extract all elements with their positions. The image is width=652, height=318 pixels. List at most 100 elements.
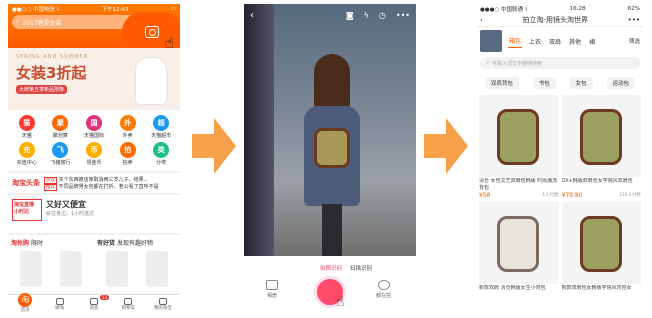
product-name: 清仓 女包文艺双肩包韩版 时尚潮流背包	[479, 178, 558, 191]
category-tab[interactable]: 裙	[588, 35, 596, 48]
weitao-icon	[55, 298, 64, 305]
shortcut-travel[interactable]: 飞飞猪旅行	[44, 142, 78, 166]
supermarket-icon: 超	[153, 115, 170, 131]
tab-weitao[interactable]: 微淘	[42, 295, 76, 314]
tab-label: 我的淘宝	[153, 306, 172, 311]
flash-sale-sub: 限时	[30, 240, 43, 247]
result-item[interactable]: 新款双肩 清仓韩版女生小背包	[479, 202, 559, 299]
time-label: 下午12:43	[101, 6, 129, 13]
delivery-logo: 淘宝直播 小时达	[12, 199, 42, 221]
page-title: 拍立淘-用镜头淘世界	[522, 15, 588, 24]
battery-icon: ▭	[170, 5, 176, 12]
tab-me[interactable]: 我的淘宝	[146, 295, 180, 314]
hourly-delivery-card[interactable]: 淘宝直播 小时达 又好又便宜 就在身边，1小时送达	[8, 193, 180, 233]
category-icon: 类	[153, 142, 170, 158]
query-photo-thumb[interactable]	[480, 30, 502, 52]
flash-icon[interactable]: ϟ	[364, 11, 369, 20]
tab-home[interactable]: 淘首页	[8, 292, 42, 314]
product-image	[479, 202, 559, 284]
product-price: ¥58	[479, 192, 491, 199]
message-badge: 13	[100, 295, 110, 300]
taobao-home-screen: ●●○○ 中国电信 ⌇ 下午12:43 ▭ ⌕ 2017春夏女装 ☝ SPRIN…	[8, 4, 180, 314]
popular-button[interactable]: 都在拍	[376, 280, 391, 299]
backpack-shape	[579, 216, 622, 272]
pointing-hand-icon: ☝	[336, 294, 345, 310]
tab-cart[interactable]: 购物车	[111, 295, 145, 314]
filter-button[interactable]: 筛选	[629, 37, 640, 45]
flash-sale-card[interactable]: 淘抢购 限时	[8, 235, 94, 291]
camera-button[interactable]: ☝	[122, 12, 180, 52]
delivery-subtitle: 就在身边，1小时送达	[46, 211, 95, 217]
result-item[interactable]: OX+韩版双肩包女学院风双肩包 ¥79.80 130人付款	[561, 95, 642, 199]
mode-scan-recognize[interactable]: 扫描识别	[350, 264, 372, 272]
camera-toolbar: ‹ ◙ ϟ ◷ •••	[244, 4, 416, 26]
refine-search-input[interactable]: ⌕ 可输入词文字继续搜索	[480, 57, 640, 69]
shortcut-label: 聚划算	[52, 133, 68, 139]
promo-banner[interactable]: SPRING AND SUMMER 女装3折起 大牌第五季新品限降	[8, 48, 180, 110]
shortcut-recharge[interactable]: 充充值中心	[10, 142, 44, 166]
binoculars-icon	[377, 280, 390, 290]
mode-photo-recognize[interactable]: 拍照识别	[320, 264, 342, 272]
album-label: 相册	[266, 293, 277, 299]
price-row: ¥79.80 130人付款	[562, 192, 642, 199]
tab-label: 首页	[20, 307, 30, 313]
product-name: OX+韩版双肩包女学院风双肩包	[561, 178, 633, 184]
keyword-chip[interactable]: 书包	[532, 77, 556, 89]
timer-icon[interactable]: ◷	[379, 11, 386, 20]
back-icon[interactable]: ‹	[480, 16, 483, 24]
recharge-icon: 充	[18, 142, 35, 158]
shortcut-grid: 猫天猫聚聚划算国天猫国际外外卖超天猫超市充充值中心飞飞猪旅行币领金币拍拍卖类分类	[8, 110, 180, 171]
category-tab[interactable]: 箱包	[508, 34, 523, 48]
more-icon[interactable]: •••	[628, 16, 640, 24]
backpack-shape	[314, 128, 350, 168]
auction-icon: 拍	[119, 142, 136, 158]
result-item[interactable]: 新款双肩包女韩版学院风背包女	[561, 202, 641, 299]
me-icon	[158, 298, 167, 305]
album-button[interactable]: 相册	[266, 280, 278, 299]
shortcut-label: 拍卖	[122, 160, 133, 166]
shortcut-auction[interactable]: 拍拍卖	[111, 142, 145, 166]
refine-search-placeholder: 可输入词文字继续搜索	[491, 60, 542, 67]
headline-bar[interactable]: 淘宝头条 热议 买个东西被店家取消两三岁儿子，结果... 推荐 不同品牌男女包都…	[8, 171, 180, 193]
keyword-chip[interactable]: 双肩背包	[484, 77, 519, 89]
shortcut-label: 天猫国际	[83, 133, 104, 139]
sold-count: 130人付款	[618, 193, 641, 198]
good-stuff-card[interactable]: 有好货 发现有趣好物	[94, 235, 180, 291]
shortcut-tmall[interactable]: 猫天猫	[10, 115, 44, 139]
product-thumb	[106, 251, 128, 287]
juhuasuan-icon: 聚	[52, 115, 69, 131]
category-tab[interactable]: 双肩	[548, 35, 562, 48]
category-tab[interactable]: 其他	[568, 35, 582, 48]
results-header: ‹ 拍立淘-用镜头淘世界 •••	[476, 13, 644, 27]
more-icon[interactable]: •••	[396, 11, 410, 20]
backpack-shape	[497, 216, 539, 272]
shortcut-juhuasuan[interactable]: 聚聚划算	[44, 115, 78, 139]
headline-logo: 淘宝头条	[12, 179, 40, 187]
product-thumb	[146, 251, 168, 287]
result-item[interactable]: 清仓 女包文艺双肩包韩版 时尚潮流背包 ¥58 1人付款	[479, 95, 559, 199]
sold-count: 1人付款	[542, 193, 559, 198]
takeout-icon: 外	[119, 115, 136, 131]
search-icon: ⌕	[16, 18, 20, 25]
back-icon[interactable]: ‹	[250, 10, 254, 21]
shortcut-coin[interactable]: 币领金币	[77, 142, 111, 166]
shortcut-category[interactable]: 类分类	[144, 142, 178, 166]
keyword-chip[interactable]: 运动包	[606, 77, 636, 89]
popular-label: 都在拍	[376, 293, 392, 299]
camera-icon	[145, 26, 159, 38]
product-thumb	[20, 251, 42, 287]
battery-label: 62%	[627, 5, 640, 12]
good-stuff-sub: 发现有趣好物	[116, 240, 153, 247]
keyword-chip[interactable]: 女包	[569, 77, 593, 89]
shortcut-tmall-global[interactable]: 国天猫国际	[77, 115, 111, 139]
tab-label: 微淘	[55, 306, 65, 311]
price-row: ¥58 1人付款	[479, 192, 559, 199]
shortcut-label: 充值中心	[16, 160, 37, 166]
shortcut-label: 外卖	[122, 133, 133, 139]
shortcut-supermarket[interactable]: 超天猫超市	[144, 115, 178, 139]
camera-switch-icon[interactable]: ◙	[346, 11, 354, 20]
feature-cards: 淘抢购 限时 有好货 发现有趣好物	[8, 233, 180, 291]
category-tab[interactable]: 上衣	[528, 35, 542, 48]
shortcut-takeout[interactable]: 外外卖	[111, 115, 145, 139]
home-icon: 淘	[18, 292, 33, 307]
